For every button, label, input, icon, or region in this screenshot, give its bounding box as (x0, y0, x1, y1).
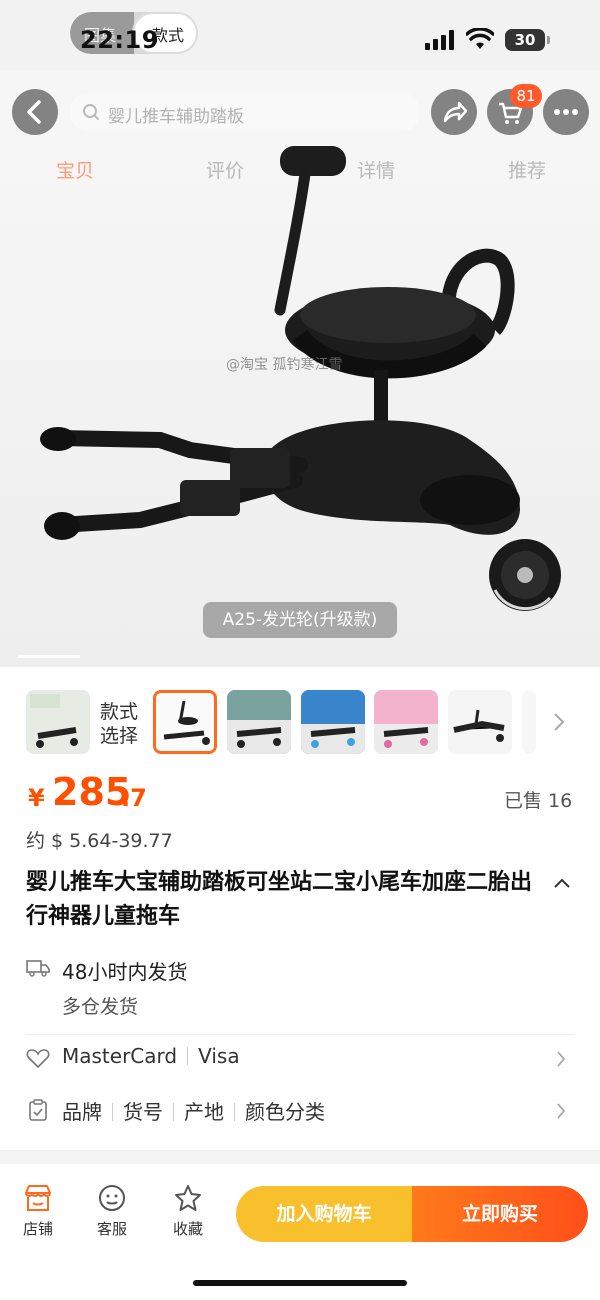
truck-icon (26, 960, 50, 977)
heart-icon (26, 1049, 50, 1069)
payment-mastercard: MasterCard (62, 1044, 178, 1068)
share-button[interactable] (431, 89, 477, 135)
favorite-button[interactable]: 收藏 (158, 1184, 218, 1239)
cart-count-badge: 81 (510, 84, 542, 108)
customer-service-icon (99, 1185, 125, 1211)
chevron-right-icon (557, 1051, 566, 1067)
tab-details[interactable]: 详情 (357, 156, 395, 183)
variant-thumb[interactable] (374, 690, 438, 754)
customer-service-button[interactable]: 客服 (82, 1184, 142, 1239)
more-button[interactable] (543, 89, 589, 135)
home-indicator (193, 1280, 407, 1286)
store-label: 店铺 (22, 1220, 53, 1238)
price-currency: ¥ (28, 784, 45, 812)
search-bar[interactable]: 婴儿推车辅助踏板 (70, 92, 420, 132)
tab-reviews[interactable]: 评价 (206, 156, 244, 183)
customer-service-label: 客服 (96, 1220, 127, 1238)
search-icon (83, 104, 99, 120)
share-icon (443, 101, 468, 123)
store-button[interactable]: 店铺 (8, 1184, 68, 1239)
image-carousel-indicator (18, 655, 80, 658)
status-bar: 图集 款式 22:19 30 (0, 0, 600, 70)
shipping-time: 48小时内发货 (62, 960, 188, 984)
variant-thumbnail-image (374, 690, 438, 754)
variant-selector-label[interactable]: 款式选择 (100, 700, 144, 748)
section-gap (0, 1150, 600, 1164)
payment-methods-list: MasterCard Visa (62, 1044, 240, 1068)
chevron-up-icon[interactable] (552, 876, 572, 890)
variant-thumb[interactable] (26, 690, 90, 754)
divider (26, 1034, 574, 1035)
chevron-right-icon[interactable] (552, 710, 566, 734)
variant-thumb[interactable] (301, 690, 365, 754)
variant-thumbnail-image (26, 690, 90, 754)
search-query: 婴儿推车辅助踏板 (108, 107, 244, 127)
price-integer: 285 (52, 770, 132, 814)
more-dots-icon (554, 109, 578, 115)
param-origin: 产地 (184, 1100, 224, 1124)
variant-selector: 款式选择 (0, 690, 600, 758)
wifi-icon (466, 28, 494, 49)
tab-baobei[interactable]: 宝贝 (56, 156, 94, 183)
star-icon (175, 1185, 201, 1211)
product-params-list: 品牌 货号 产地 颜色分类 (62, 1096, 325, 1125)
sold-count: 已售 16 (504, 790, 573, 812)
image-watermark: @淘宝 孤钓寒江雪 (226, 357, 343, 373)
section-tabs: 宝贝 评价 详情 推荐 (0, 150, 600, 184)
current-variant-chip[interactable]: A25-发光轮(升级款) (203, 602, 397, 638)
variant-thumbnail-image (301, 690, 365, 754)
favorite-label: 收藏 (172, 1220, 203, 1238)
param-brand: 品牌 (62, 1100, 102, 1124)
variant-thumb-selected[interactable] (153, 690, 217, 754)
bottom-action-bar: 店铺 客服 收藏 加入购物车 立即购买 (0, 1164, 600, 1300)
approx-usd-price: 约 $ 5.64-39.77 (26, 830, 173, 852)
clipboard-check-icon (29, 1099, 47, 1121)
add-to-cart-button[interactable]: 加入购物车 (236, 1186, 412, 1242)
param-item-number: 货号 (123, 1100, 163, 1124)
buy-now-button[interactable]: 立即购买 (412, 1186, 588, 1242)
payment-visa: Visa (198, 1044, 240, 1068)
battery-indicator: 30 (505, 29, 550, 51)
chevron-right-icon (557, 1103, 566, 1119)
payment-methods-row[interactable]: MasterCard Visa (0, 1040, 600, 1080)
product-title: 婴儿推车大宝辅助踏板可坐站二宝小尾车加座二胎出行神器儿童拖车 (26, 870, 533, 929)
cellular-signal-icon (425, 30, 455, 50)
shipping-warehouse: 多仓发货 (62, 996, 139, 1018)
store-icon (25, 1185, 51, 1211)
variant-thumb-partial[interactable] (522, 690, 536, 754)
variant-thumbnail-image (227, 690, 291, 754)
chevron-left-icon (27, 100, 41, 124)
variant-thumb[interactable] (448, 690, 512, 754)
back-button[interactable] (12, 89, 58, 135)
clock: 22:19 (80, 26, 159, 54)
variant-thumb[interactable] (227, 690, 291, 754)
product-params-row[interactable]: 品牌 货号 产地 颜色分类 (0, 1092, 600, 1132)
param-color: 颜色分类 (245, 1100, 325, 1124)
variant-thumbnail-image (448, 690, 512, 754)
price-decimal: .7 (121, 784, 147, 812)
tab-recommend[interactable]: 推荐 (508, 156, 546, 183)
variant-thumbnail-image (156, 693, 214, 751)
